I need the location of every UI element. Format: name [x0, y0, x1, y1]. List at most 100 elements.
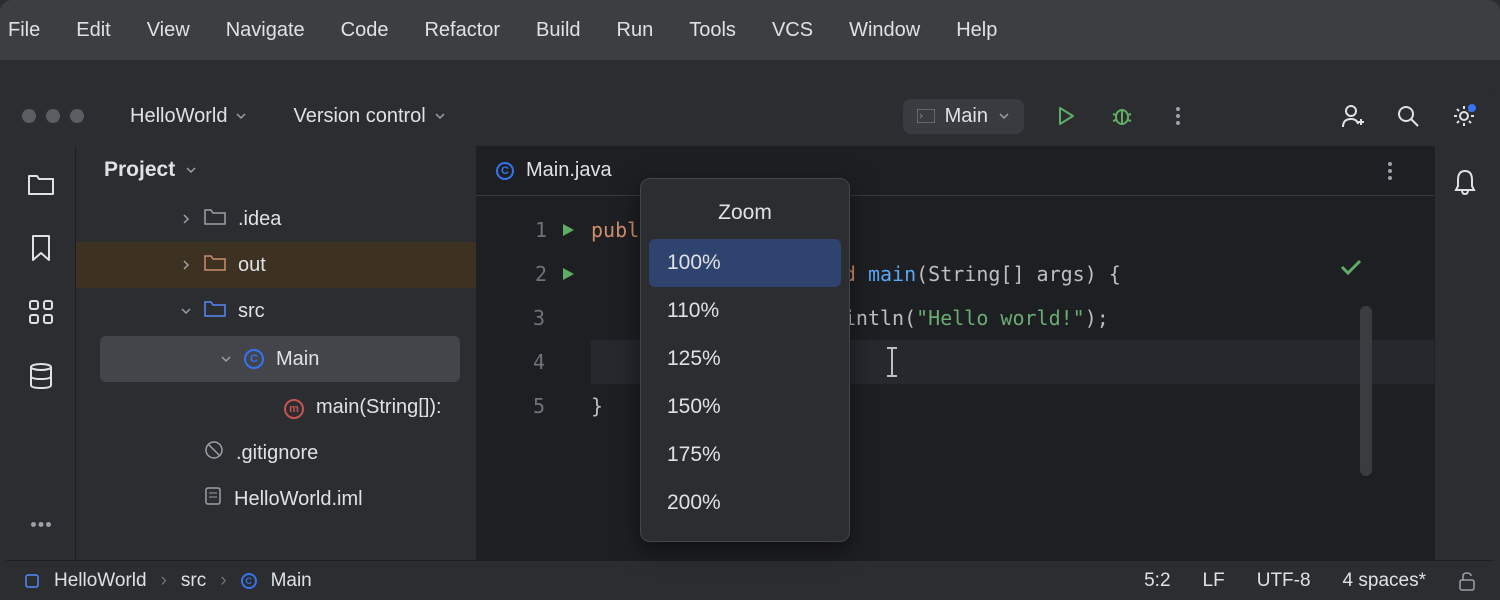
zoom-option-150[interactable]: 150% — [649, 383, 841, 431]
tree-item-main[interactable]: C Main — [100, 336, 460, 382]
structure-tool-button[interactable] — [25, 296, 57, 328]
menu-edit[interactable]: Edit — [76, 19, 110, 42]
menu-file[interactable]: File — [8, 19, 40, 42]
zoom-option-175[interactable]: 175% — [649, 431, 841, 479]
menubar: File Edit View Navigate Code Refactor Bu… — [0, 0, 1500, 60]
play-icon — [1055, 105, 1077, 127]
status-bar: HelloWorld › src › C Main 5:2 LF UTF-8 4… — [6, 560, 1494, 600]
breadcrumb-item[interactable]: Main — [271, 570, 312, 592]
project-selector[interactable]: HelloWorld — [130, 105, 247, 128]
zoom-option-200[interactable]: 200% — [649, 479, 841, 527]
method-icon: m — [284, 395, 304, 419]
database-icon — [29, 362, 53, 390]
menu-code[interactable]: Code — [341, 19, 389, 42]
run-button[interactable] — [1052, 102, 1080, 130]
project-name: HelloWorld — [130, 105, 227, 128]
file-encoding[interactable]: UTF-8 — [1257, 570, 1311, 592]
tree-item-idea[interactable]: .idea — [76, 196, 476, 242]
breadcrumb-item[interactable]: src — [181, 570, 206, 592]
caret-position[interactable]: 5:2 — [1144, 570, 1170, 592]
tree-item-mainstring[interactable]: mmain(String[]): — [76, 384, 476, 430]
menu-build[interactable]: Build — [536, 19, 580, 42]
indent-setting[interactable]: 4 spaces* — [1343, 570, 1426, 592]
chevron-right-icon: › — [220, 570, 226, 592]
menu-vcs[interactable]: VCS — [772, 19, 813, 42]
bug-icon — [1110, 104, 1134, 128]
tree-item-label: src — [238, 300, 265, 323]
tree-arrow-icon[interactable] — [220, 348, 232, 371]
database-tool-button[interactable] — [25, 360, 57, 392]
code-editor[interactable]: 1 2 3 4 5 public class Main { public sta… — [476, 196, 1434, 560]
menu-view[interactable]: View — [147, 19, 190, 42]
tree-item-helloworldiml[interactable]: HelloWorld.iml — [76, 476, 476, 522]
line-number: 1 — [535, 218, 547, 242]
tree-item-out[interactable]: out — [76, 242, 476, 288]
breadcrumb-item[interactable]: HelloWorld — [54, 570, 147, 592]
notifications-button[interactable] — [1449, 166, 1481, 198]
class-icon: C — [244, 349, 264, 369]
inspection-ok-icon[interactable] — [1340, 256, 1362, 280]
titlebar: HelloWorld Version control Main — [6, 86, 1494, 146]
folder-icon — [27, 172, 55, 196]
settings-button[interactable] — [1450, 102, 1478, 130]
tree-arrow-icon[interactable] — [180, 208, 192, 231]
search-icon — [1396, 104, 1420, 128]
lock-icon[interactable] — [1458, 571, 1476, 591]
editor-area: C Main.java 1 2 3 4 5 public class Mai — [476, 146, 1434, 560]
line-number: 2 — [535, 262, 547, 286]
tree-arrow-icon[interactable] — [180, 300, 192, 323]
run-config-selector[interactable]: Main — [903, 99, 1024, 134]
debug-button[interactable] — [1108, 102, 1136, 130]
folder-orange-icon — [204, 253, 226, 277]
more-actions-button[interactable] — [1164, 102, 1192, 130]
tree-item-label: Main — [276, 348, 319, 371]
maximize-window-button[interactable] — [70, 109, 84, 123]
editor-tab[interactable]: Main.java — [526, 159, 612, 182]
kebab-icon — [1388, 162, 1392, 180]
more-tools-button[interactable] — [25, 508, 57, 540]
menu-refactor[interactable]: Refactor — [424, 19, 500, 42]
folder-blue-icon — [204, 299, 226, 323]
zoom-option-110[interactable]: 110% — [649, 287, 841, 335]
line-number: 3 — [533, 306, 545, 330]
module-icon — [24, 573, 40, 589]
bookmarks-tool-button[interactable] — [25, 232, 57, 264]
run-gutter-icon[interactable] — [561, 223, 575, 237]
chevron-down-icon — [998, 110, 1010, 122]
vcs-label: Version control — [293, 105, 425, 128]
menu-run[interactable]: Run — [617, 19, 654, 42]
tree-arrow-icon[interactable] — [180, 442, 192, 465]
close-window-button[interactable] — [22, 109, 36, 123]
menu-tools[interactable]: Tools — [689, 19, 736, 42]
minimize-window-button[interactable] — [46, 109, 60, 123]
structure-icon — [28, 299, 54, 325]
menu-window[interactable]: Window — [849, 19, 920, 42]
search-button[interactable] — [1394, 102, 1422, 130]
code-with-me-button[interactable] — [1338, 102, 1366, 130]
chevron-down-icon — [185, 164, 197, 176]
run-gutter-icon[interactable] — [561, 267, 575, 281]
tree-item-gitignore[interactable]: .gitignore — [76, 430, 476, 476]
tree-item-label: out — [238, 254, 266, 277]
zoom-option-125[interactable]: 125% — [649, 335, 841, 383]
tab-more-button[interactable] — [1376, 157, 1404, 185]
vcs-selector[interactable]: Version control — [293, 105, 445, 128]
tree-item-src[interactable]: src — [76, 288, 476, 334]
project-tool-button[interactable] — [25, 168, 57, 200]
vertical-scrollbar[interactable] — [1360, 306, 1372, 476]
tree-arrow-icon[interactable] — [260, 396, 272, 419]
bell-icon — [1453, 168, 1477, 196]
left-toolbar — [6, 146, 76, 560]
line-separator[interactable]: LF — [1203, 570, 1225, 592]
iml-icon — [204, 486, 222, 512]
chevron-down-icon — [235, 110, 247, 122]
line-number: 4 — [533, 350, 545, 374]
zoom-option-100[interactable]: 100% — [649, 239, 841, 287]
tree-arrow-icon[interactable] — [180, 488, 192, 511]
traffic-lights — [22, 109, 84, 123]
project-panel-header[interactable]: Project — [76, 146, 476, 194]
project-panel: Project .idea out src C Main mmain(String[]):… — [76, 146, 476, 560]
tree-arrow-icon[interactable] — [180, 254, 192, 277]
menu-help[interactable]: Help — [956, 19, 997, 42]
menu-navigate[interactable]: Navigate — [226, 19, 305, 42]
